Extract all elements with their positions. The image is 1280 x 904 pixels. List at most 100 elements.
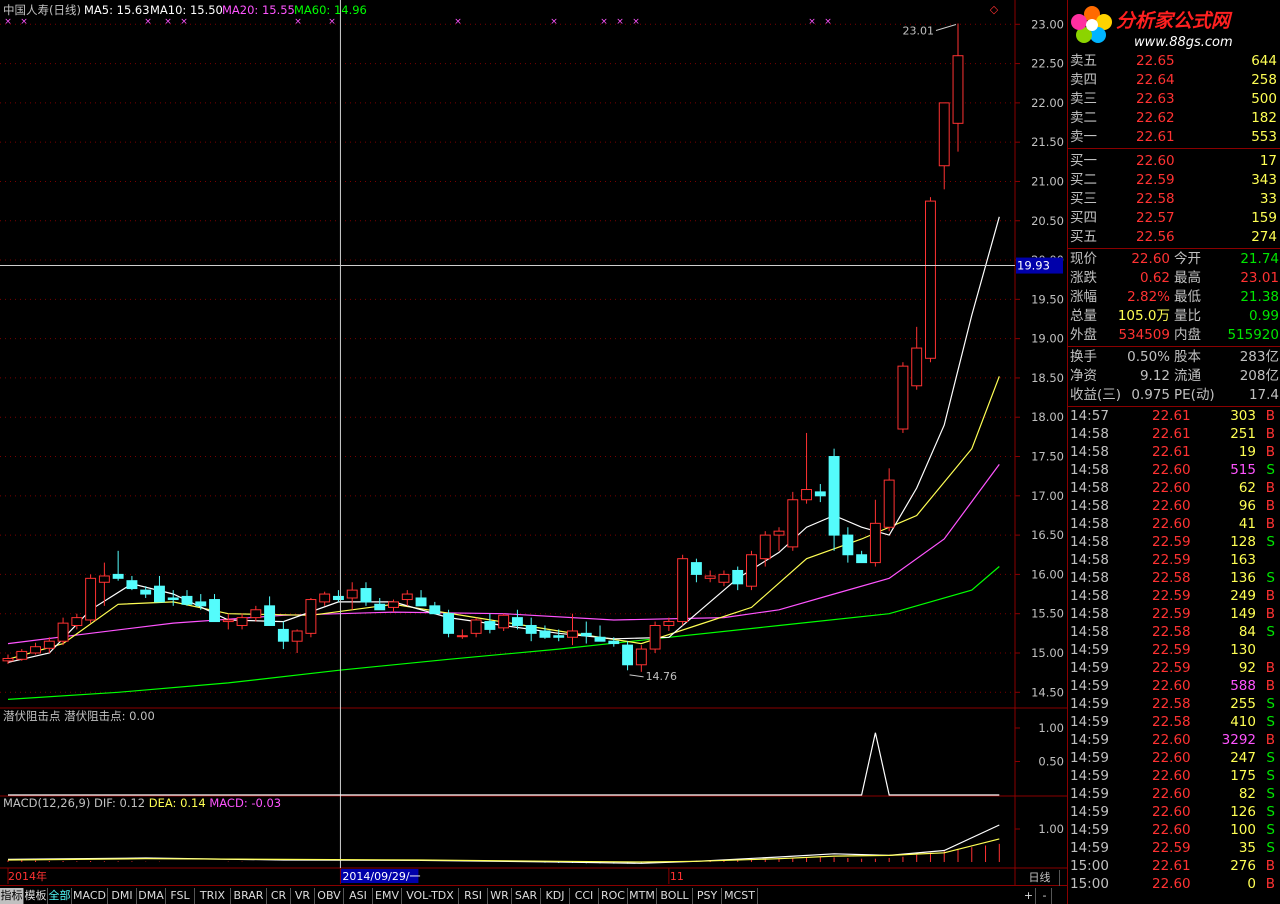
candle-body[interactable] — [842, 534, 854, 556]
indicator-tab-cr[interactable]: CR — [267, 888, 291, 904]
candle-body[interactable] — [2, 657, 14, 662]
indicator-tab-dma[interactable]: DMA — [137, 888, 166, 904]
candle-body[interactable] — [938, 102, 950, 167]
candle-body[interactable] — [608, 640, 620, 645]
candle-body[interactable] — [346, 589, 358, 599]
indicator-tab-kdj[interactable]: KDJ — [541, 888, 570, 904]
candle-body[interactable] — [388, 601, 399, 608]
candle-body[interactable] — [167, 597, 179, 601]
candle-body[interactable] — [209, 599, 220, 623]
indicator-tab-emv[interactable]: EMV — [373, 888, 402, 904]
indicator-tab-rsi[interactable]: RSI — [459, 888, 488, 904]
indicator-tab-psy[interactable]: PSY — [693, 888, 722, 904]
candle-body[interactable] — [360, 588, 372, 603]
candle-body[interactable] — [635, 648, 647, 666]
kline-chart[interactable]: 23.0022.5022.0021.5021.0020.5020.0019.50… — [0, 0, 1067, 885]
indicator-tab-cci[interactable]: CCI — [570, 888, 599, 904]
candle-body[interactable] — [319, 593, 331, 603]
candle-body[interactable] — [195, 601, 207, 607]
indicator-tab-mcst[interactable]: MCST — [722, 888, 758, 904]
indicator-tab-boll[interactable]: BOLL — [657, 888, 693, 904]
candle-body[interactable] — [43, 640, 55, 649]
candle-body[interactable] — [305, 599, 317, 634]
candle-body[interactable] — [649, 624, 661, 650]
candle-body[interactable] — [456, 635, 468, 638]
candle-body[interactable] — [773, 530, 785, 536]
candle-body[interactable] — [690, 562, 702, 575]
period-label[interactable]: 日线 — [1020, 870, 1060, 886]
indicator-tab-fsl[interactable]: FSL — [166, 888, 195, 904]
candle-body[interactable] — [525, 624, 537, 634]
candle-body[interactable] — [746, 554, 757, 587]
indicator-tab-mtm[interactable]: MTM — [628, 888, 657, 904]
candle-body[interactable] — [704, 575, 716, 579]
candle-body[interactable] — [470, 619, 482, 634]
candle-body[interactable] — [222, 619, 234, 623]
candle-body[interactable] — [567, 630, 578, 638]
candle-body[interactable] — [332, 595, 344, 601]
zoom-out-button[interactable]: - — [1038, 888, 1052, 904]
candle-body[interactable] — [677, 558, 689, 623]
candle-body[interactable] — [98, 575, 110, 583]
candle-body[interactable] — [264, 605, 276, 626]
indicator-tab-dmi[interactable]: DMI — [108, 888, 137, 904]
indicator-tab-roc[interactable]: ROC — [599, 888, 628, 904]
candle-body[interactable] — [415, 597, 427, 607]
candle-body[interactable] — [801, 489, 813, 501]
candle-body[interactable] — [869, 522, 881, 564]
candle-body[interactable] — [277, 628, 289, 642]
candle-body[interactable] — [291, 630, 303, 642]
candle-body[interactable] — [732, 569, 744, 585]
candle-body[interactable] — [787, 499, 799, 548]
indicator-tab-指标[interactable]: 指标 — [0, 888, 24, 904]
candle-body[interactable] — [250, 609, 262, 619]
candle-body[interactable] — [856, 554, 868, 564]
indicator-tab-macd[interactable]: MACD — [72, 888, 108, 904]
candle-body[interactable] — [374, 603, 386, 611]
candle-body[interactable] — [718, 573, 730, 583]
candle-body[interactable] — [594, 636, 606, 642]
indicator-tab-sar[interactable]: SAR — [512, 888, 541, 904]
indicator-tab-asi[interactable]: ASI — [344, 888, 373, 904]
candle-body[interactable] — [897, 365, 909, 430]
zoom-in-button[interactable]: + — [1022, 888, 1036, 904]
indicator-tab-brar[interactable]: BRAR — [231, 888, 267, 904]
candle-body[interactable] — [112, 573, 124, 579]
indicator-tab-vr[interactable]: VR — [291, 888, 315, 904]
candle-body[interactable] — [553, 635, 565, 638]
candle-body[interactable] — [622, 644, 634, 666]
candle-body[interactable] — [71, 617, 83, 626]
candle-body[interactable] — [429, 605, 441, 615]
tick-side: S — [1266, 804, 1275, 820]
candle-body[interactable] — [57, 622, 69, 642]
candle-body[interactable] — [16, 650, 28, 660]
indicator-tab-wr[interactable]: WR — [488, 888, 512, 904]
candle-body[interactable] — [580, 632, 592, 637]
candle-body[interactable] — [539, 630, 551, 638]
candle-body[interactable] — [153, 585, 165, 603]
indicator-tab-obv[interactable]: OBV — [315, 888, 344, 904]
candle-body[interactable] — [828, 456, 840, 536]
indicator-tab-模板[interactable]: 模板 — [24, 888, 48, 904]
candle-body[interactable] — [140, 589, 152, 595]
candle-body[interactable] — [498, 614, 510, 629]
candle-body[interactable] — [236, 617, 248, 626]
candle-body[interactable] — [30, 646, 41, 654]
candle-body[interactable] — [883, 479, 895, 528]
candle-body[interactable] — [814, 491, 826, 497]
candle-body[interactable] — [401, 593, 413, 601]
candle-body[interactable] — [759, 534, 771, 560]
candle-body[interactable] — [925, 200, 936, 359]
candle-body[interactable] — [85, 577, 97, 621]
indicator-tab-vol-tdx[interactable]: VOL-TDX — [402, 888, 459, 904]
candle-body[interactable] — [181, 595, 193, 605]
indicator-tab-全部[interactable]: 全部 — [48, 888, 72, 904]
candle-body[interactable] — [511, 617, 523, 626]
candle-body[interactable] — [126, 580, 138, 590]
indicator-tab-trix[interactable]: TRIX — [195, 888, 231, 904]
candle-body[interactable] — [443, 613, 455, 634]
candle-body[interactable] — [484, 621, 496, 630]
candle-body[interactable] — [952, 55, 964, 124]
candle-body[interactable] — [663, 621, 675, 626]
candle-body[interactable] — [911, 347, 923, 387]
